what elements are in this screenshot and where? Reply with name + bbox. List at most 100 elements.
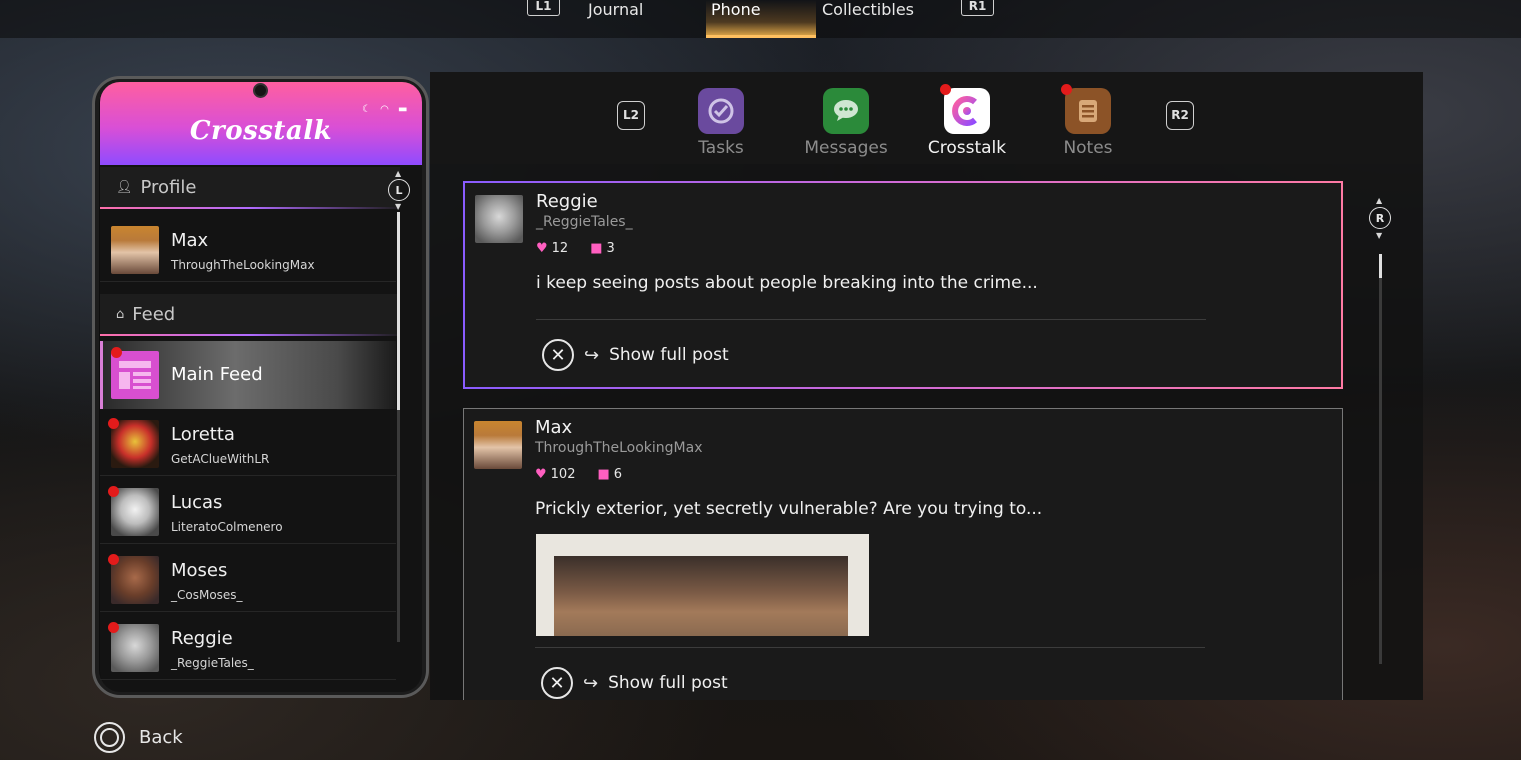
comments-count: ■ 3 [590, 241, 615, 256]
show-full-post-label: Show full post [609, 345, 729, 365]
check-circle-icon [698, 88, 744, 134]
avatar [111, 226, 159, 274]
comments-count: ■ 6 [597, 467, 623, 482]
post-text: Prickly exterior, yet secretly vulnerabl… [535, 499, 1043, 519]
heart-icon: ♥ [535, 467, 547, 482]
app-crosstalk-label: Crosstalk [927, 138, 1007, 158]
sidebar-item-moses[interactable]: Moses _CosMoses_ [100, 546, 396, 612]
avatar [111, 624, 159, 672]
post-stats: ♥ 12 ■ 3 [536, 241, 615, 256]
post-author: Max [535, 417, 573, 438]
avatar [475, 195, 523, 243]
sidebar-item-lucas[interactable]: Lucas LiteratoColmenero [100, 478, 396, 544]
show-full-post-label: Show full post [608, 673, 728, 693]
list-item-handle: GetAClueWithLR [171, 452, 270, 466]
list-item-handle: _CosMoses_ [171, 588, 243, 602]
stick-up-icon: ▲ [395, 169, 402, 178]
stick-down-icon: ▼ [395, 202, 402, 211]
app-notes-label: Notes [1063, 138, 1113, 158]
crosstalk-logo-icon [940, 84, 990, 134]
home-icon: ⌂ [116, 306, 125, 322]
profile-item-max[interactable]: Max ThroughTheLookingMax [100, 216, 396, 282]
unread-dot [108, 486, 119, 497]
profile-section-label: Profile [140, 176, 197, 198]
unread-dot [111, 347, 122, 358]
show-full-post-button[interactable]: ✕ ↪ Show full post [541, 667, 728, 699]
profile-handle: ThroughTheLookingMax [171, 258, 315, 272]
tab-journal[interactable]: Journal [588, 0, 688, 38]
post-handle: ThroughTheLookingMax [535, 440, 703, 456]
back-button[interactable]: Back [94, 722, 183, 753]
post-text: i keep seeing posts about people breakin… [536, 273, 1038, 293]
unread-dot [940, 84, 951, 95]
avatar [111, 488, 159, 536]
post-divider [536, 319, 1206, 320]
feed-section-label: Feed [132, 303, 176, 325]
main-feed-label: Main Feed [171, 364, 263, 385]
status-icons: ☾ ◠ ▬ [362, 104, 411, 115]
post-stats: ♥ 102 ■ 6 [535, 467, 622, 482]
right-stick-hint: R [1369, 207, 1391, 229]
sidebar-item-main-feed[interactable]: Main Feed [100, 341, 396, 409]
list-item-handle: _ReggieTales_ [171, 656, 254, 670]
back-label: Back [139, 727, 183, 748]
list-item-handle: LiteratoColmenero [171, 520, 283, 534]
unread-dot [108, 554, 119, 565]
sidebar-item-reggie[interactable]: Reggie _ReggieTales_ [100, 614, 396, 680]
l2-button-hint[interactable]: L2 [617, 101, 645, 130]
cross-button-icon: ✕ [541, 667, 573, 699]
app-messages-label: Messages [804, 138, 888, 158]
likes-count: ♥ 102 [535, 467, 576, 482]
stick-up-icon: ▲ [1376, 196, 1383, 205]
post-author: Reggie [536, 191, 598, 212]
stick-down-icon: ▼ [1376, 231, 1383, 240]
camera-notch [253, 83, 268, 98]
list-item-name: Reggie [171, 628, 233, 649]
app-crosstalk[interactable]: Crosstalk [917, 84, 1017, 158]
comment-icon: ■ [597, 467, 610, 482]
left-stick-hint: L [388, 179, 410, 201]
post-card-reggie[interactable]: Reggie _ReggieTales_ ♥ 12 ■ 3 i keep seein… [463, 181, 1343, 389]
profile-name: Max [171, 230, 209, 251]
app-notes[interactable]: Notes [1038, 84, 1138, 158]
tab-phone[interactable]: Phone [711, 0, 811, 38]
feed-section-header: ⌂ Feed [100, 294, 400, 336]
profile-section-header: 👤︎ Profile [100, 167, 400, 209]
post-divider [535, 647, 1205, 648]
comment-icon: ■ [590, 241, 603, 256]
avatar [111, 420, 159, 468]
person-icon: 👤︎ [116, 179, 133, 195]
post-handle: _ReggieTales_ [536, 214, 633, 230]
notes-icon [1061, 84, 1111, 134]
r2-button-hint[interactable]: R2 [1166, 101, 1194, 130]
cross-button-icon: ✕ [542, 339, 574, 371]
feed-scrollbar[interactable] [1379, 254, 1382, 664]
list-item-name: Moses [171, 560, 228, 581]
phone-scrollbar-thumb[interactable] [397, 212, 400, 410]
app-tasks-label: Tasks [698, 138, 744, 158]
list-item-name: Loretta [171, 424, 235, 445]
unread-dot [108, 418, 119, 429]
feed-scrollbar-thumb[interactable] [1379, 254, 1382, 278]
return-arrow-icon: ↪ [584, 344, 600, 366]
l1-button-hint[interactable]: L1 [527, 0, 560, 16]
sidebar-item-loretta[interactable]: Loretta GetAClueWithLR [100, 410, 396, 476]
avatar [111, 556, 159, 604]
show-full-post-button[interactable]: ✕ ↪ Show full post [542, 339, 729, 371]
chat-bubble-icon [823, 88, 869, 134]
likes-count: ♥ 12 [536, 241, 569, 256]
list-item-name: Lucas [171, 492, 223, 513]
return-arrow-icon: ↪ [583, 672, 599, 694]
heart-icon: ♥ [536, 241, 548, 256]
r1-button-hint[interactable]: R1 [961, 0, 994, 16]
photo-content [554, 556, 848, 636]
circle-button-icon [94, 722, 125, 753]
unread-dot [108, 622, 119, 633]
app-messages[interactable]: Messages [796, 88, 896, 158]
crosstalk-brand: Crosstalk [189, 116, 333, 146]
tab-collectibles[interactable]: Collectibles [822, 0, 942, 38]
feed-list-icon [111, 351, 159, 399]
app-tasks[interactable]: Tasks [671, 88, 771, 158]
avatar [474, 421, 522, 469]
post-photo [536, 534, 869, 636]
